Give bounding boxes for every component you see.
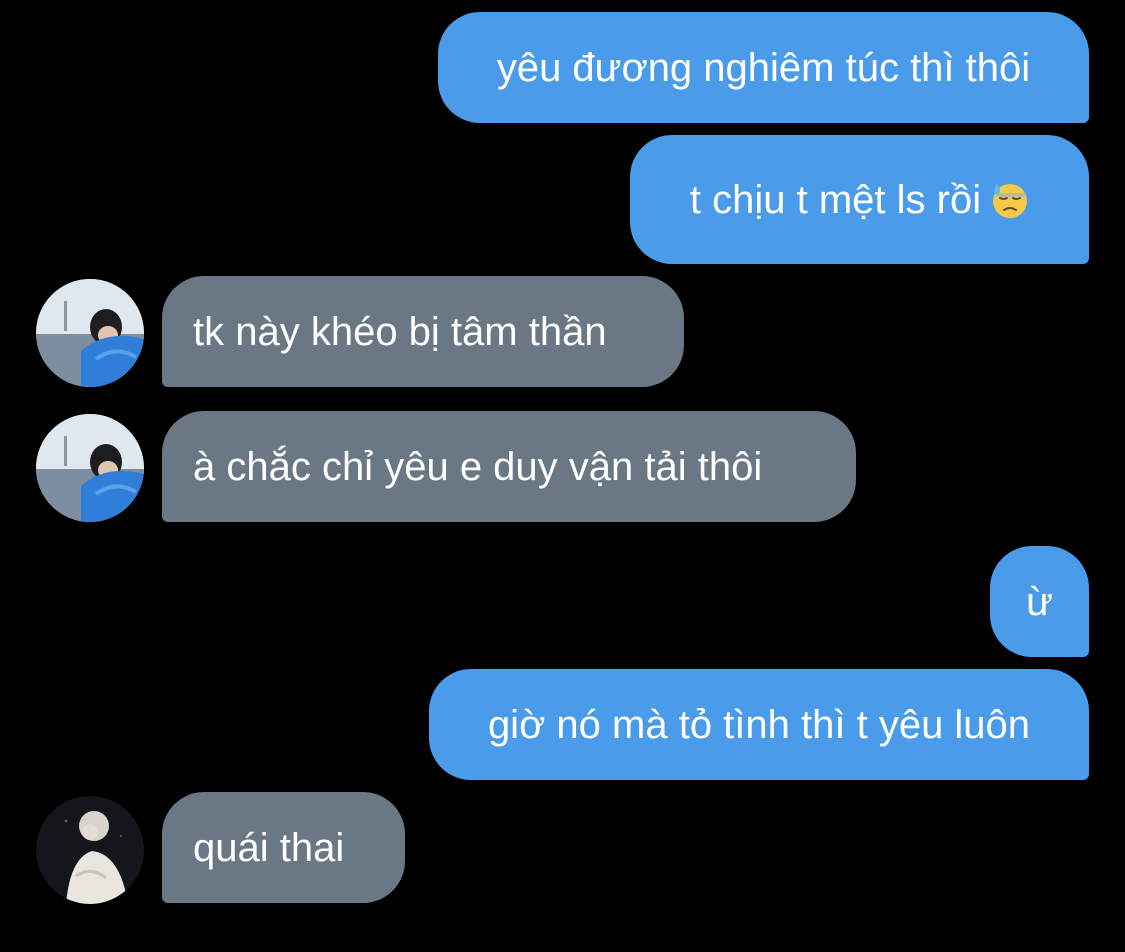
message-text: yêu đương nghiêm túc thì thôi — [496, 45, 1031, 90]
message-bubble-sent[interactable]: ừ — [990, 546, 1089, 657]
avatar[interactable] — [36, 796, 144, 904]
message-bubble-sent[interactable]: t chịu t mệt ls rồi — [630, 135, 1089, 264]
message-bubble-received[interactable]: tk này khéo bị tâm thần — [162, 276, 684, 387]
message-text: giờ nó mà tỏ tình thì t yêu luôn — [487, 702, 1031, 747]
message-bubble-sent[interactable]: yêu đương nghiêm túc thì thôi — [438, 12, 1089, 123]
avatar[interactable] — [36, 414, 144, 522]
message-text: tk này khéo bị tâm thần — [193, 309, 607, 354]
avatar[interactable] — [36, 279, 144, 387]
message-text: quái thai — [193, 825, 345, 870]
message-text: à chắc chỉ yêu e duy vận tải thôi — [193, 444, 763, 489]
message-bubble-received[interactable]: à chắc chỉ yêu e duy vận tải thôi — [162, 411, 856, 522]
message-bubble-received[interactable]: quái thai — [162, 792, 405, 903]
downcast-face-with-sweat-icon — [991, 181, 1029, 219]
message-bubble-sent[interactable]: giờ nó mà tỏ tình thì t yêu luôn — [429, 669, 1089, 780]
message-text: ừ — [1026, 579, 1053, 624]
message-text: t chịu t mệt ls rồi — [689, 177, 982, 222]
chat-screen: { "chat": { "messages": [ {"direction": … — [0, 0, 1125, 952]
